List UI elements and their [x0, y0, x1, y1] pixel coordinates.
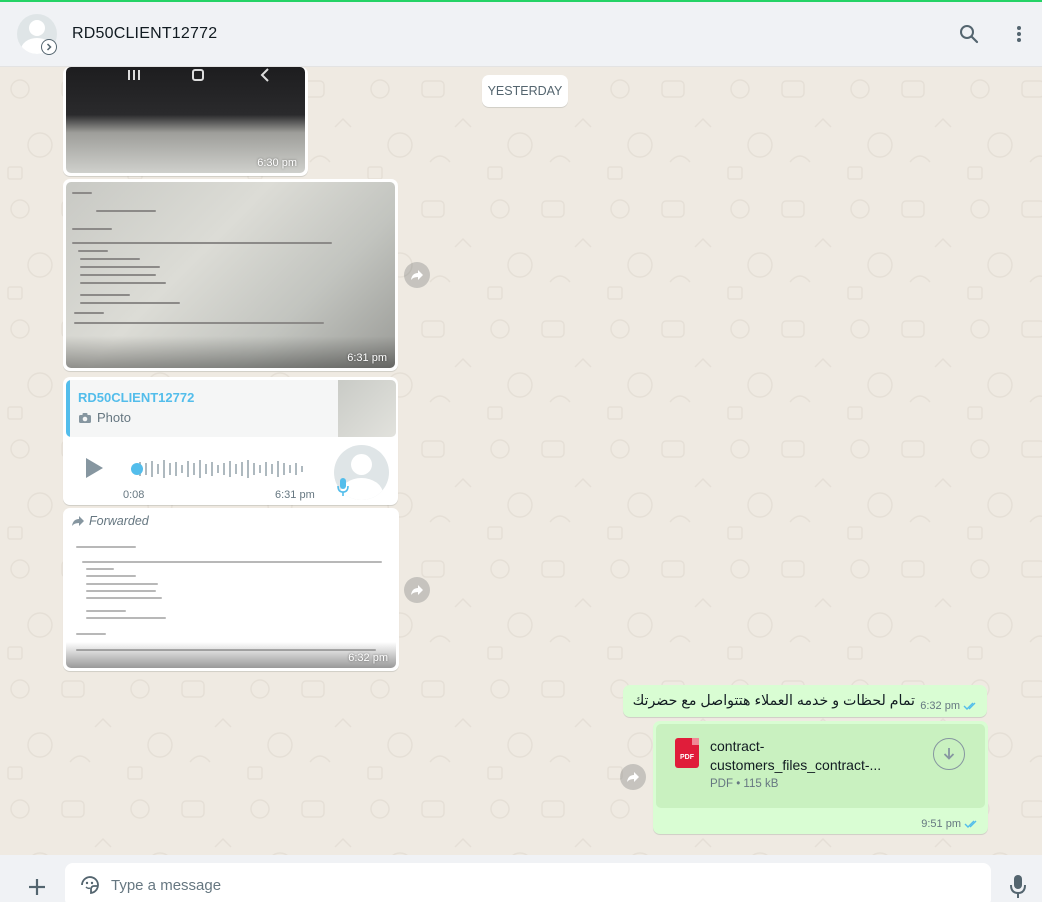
nav-home-icon	[192, 69, 204, 81]
microphone-icon[interactable]	[1010, 874, 1026, 900]
message-time: 9:51 pm	[921, 818, 961, 830]
phone-photo[interactable]: 6:30 pm	[66, 67, 305, 173]
sticker-icon[interactable]	[79, 874, 101, 896]
read-receipt-icon	[963, 702, 976, 710]
status-ring-icon	[41, 39, 57, 55]
outgoing-document-message[interactable]: PDF contract- customers_files_contract-.…	[653, 721, 988, 834]
voice-message[interactable]: RD50CLIENT12772 Photo 0:08 6:31 pm	[63, 377, 398, 505]
message-input-box[interactable]	[65, 863, 991, 902]
message-time: 6:32 pm	[348, 652, 388, 664]
file-name: contract- customers_files_contract-...	[710, 738, 882, 773]
message-input[interactable]	[111, 875, 971, 895]
microphone-icon	[337, 478, 349, 496]
voice-waveform[interactable]	[131, 457, 309, 481]
play-icon[interactable]	[83, 457, 105, 479]
quote-thumbnail	[338, 380, 396, 437]
email-screenshot[interactable]: 6:32 pm	[66, 535, 396, 668]
quoted-message[interactable]: RD50CLIENT12772 Photo	[66, 380, 396, 437]
camera-icon	[79, 412, 91, 423]
outgoing-text-message[interactable]: تمام لحظات و خدمه العملاء هتتواصل مع حضر…	[623, 685, 987, 717]
forwarded-icon	[72, 516, 84, 526]
plus-icon[interactable]	[27, 877, 47, 897]
forward-icon[interactable]	[620, 764, 646, 790]
download-icon[interactable]	[933, 738, 965, 770]
chat-conversation[interactable]: YESTERDAY 6:30 pm 6:31 pm RD50CLIENT1277…	[0, 67, 1042, 855]
message-time: 6:30 pm	[257, 157, 297, 169]
message-time: 6:32 pm	[920, 700, 960, 712]
pdf-file-icon: PDF	[675, 738, 699, 768]
chat-header: RD50CLIENT12772	[0, 2, 1042, 67]
nav-recent-icon	[124, 70, 144, 84]
message-time: 6:31 pm	[347, 352, 387, 364]
file-meta: PDF • 115 kB	[710, 778, 779, 790]
forwarded-image-message[interactable]: Forwarded 6:32 pm	[63, 508, 399, 671]
kebab-menu-icon[interactable]	[1007, 22, 1031, 46]
image-message-1[interactable]: 6:30 pm	[63, 67, 308, 176]
forward-icon[interactable]	[404, 577, 430, 603]
message-text: تمام لحظات و خدمه العملاء هتتواصل مع حضر…	[632, 693, 915, 709]
voice-duration: 0:08	[123, 489, 145, 501]
message-time: 6:31 pm	[275, 489, 315, 501]
read-receipt-icon	[964, 820, 977, 828]
contact-name[interactable]: RD50CLIENT12772	[72, 25, 217, 43]
quote-kind: Photo	[97, 410, 131, 425]
quote-sender: RD50CLIENT12772	[78, 390, 195, 405]
email-screen-photo[interactable]: 6:31 pm	[66, 182, 395, 368]
image-message-2[interactable]: 6:31 pm	[63, 179, 398, 371]
forwarded-label: Forwarded	[71, 514, 149, 528]
search-icon[interactable]	[957, 22, 981, 46]
nav-back-icon	[260, 68, 269, 82]
date-separator: YESTERDAY	[482, 75, 568, 107]
forward-icon[interactable]	[404, 262, 430, 288]
document-card[interactable]: PDF contract- customers_files_contract-.…	[656, 724, 985, 808]
message-composer	[0, 855, 1042, 902]
